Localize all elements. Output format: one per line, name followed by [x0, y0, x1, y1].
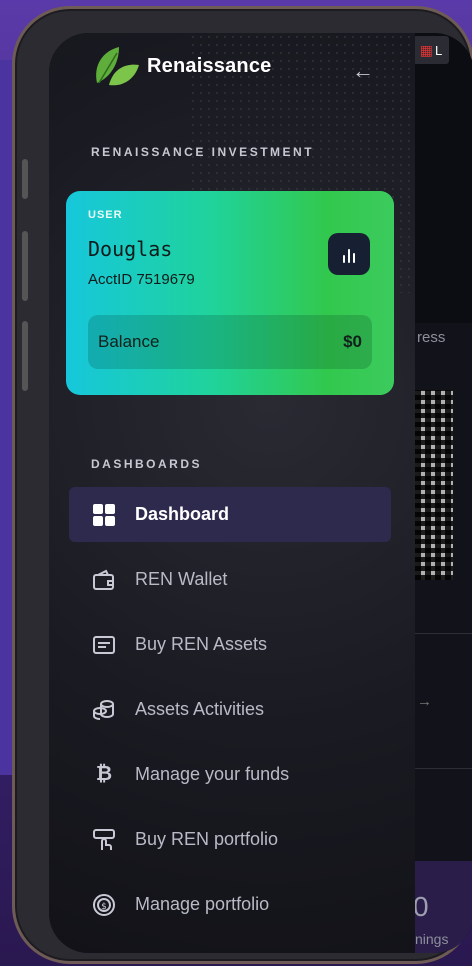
language-flag[interactable]: ▦ L: [413, 36, 449, 64]
card-icon: [91, 632, 117, 658]
divider: [415, 768, 472, 769]
side-button: [22, 231, 28, 301]
balance-row: Balance $0: [88, 315, 372, 369]
account-id: AcctID 7519679: [88, 271, 195, 288]
sidebar-item-assets-activities[interactable]: Assets Activities: [69, 682, 391, 737]
sidebar-item-ren-wallet[interactable]: REN Wallet: [69, 552, 391, 607]
hand-tap-icon: [91, 827, 117, 853]
side-button: [22, 321, 28, 391]
chart-bar: [353, 253, 355, 263]
sidebar-item-buy-ren-portfolio[interactable]: Buy REN portfolio: [69, 812, 391, 867]
sidebar-item-manage-funds[interactable]: ₿ Manage your funds: [69, 747, 391, 802]
sidebar-item-buy-ren-assets[interactable]: Buy REN Assets: [69, 617, 391, 672]
sidebar-item-label: Buy REN Assets: [135, 634, 268, 654]
sidebar-item-label: Manage your funds: [135, 764, 290, 784]
user-card: USER Douglas AcctID 7519679 Balance $0: [66, 191, 394, 395]
partial-address-text: ress: [417, 329, 446, 346]
sidebar-item-label: Manage portfolio: [135, 894, 270, 914]
leaf-logo-icon: [96, 47, 139, 86]
sidebar-item-label: Dashboard: [135, 504, 230, 524]
sidebar-menu: Dashboard REN Wallet Buy REN Assets Asse…: [69, 487, 391, 942]
balance-value: $0: [343, 332, 362, 351]
wallet-icon: [91, 567, 117, 593]
phone-frame: ▦ L ress → 0 nings Renaissance ← RENAISS…: [12, 6, 472, 964]
partial-value-text: 0: [413, 891, 429, 922]
bitcoin-icon: ₿: [95, 763, 113, 785]
uk-flag-icon: ▦: [419, 41, 433, 58]
svg-text:$: $: [101, 902, 107, 912]
bar-chart-icon[interactable]: [328, 233, 370, 275]
chart-bar: [343, 255, 345, 263]
brand-name: Renaissance: [147, 54, 272, 77]
partial-earnings-text: nings: [415, 931, 449, 947]
grid-icon: [91, 502, 117, 528]
sidebar-item-label: Buy REN portfolio: [135, 829, 279, 849]
section-title: RENAISSANCE INVESTMENT: [91, 145, 315, 159]
brand-logo[interactable]: Renaissance: [91, 41, 272, 91]
sidebar-item-label: Assets Activities: [135, 699, 265, 719]
sidebar-item-label: REN Wallet: [135, 569, 228, 589]
sidebar-drawer: Renaissance ← RENAISSANCE INVESTMENT USE…: [49, 33, 415, 953]
sidebar-item-dashboard[interactable]: Dashboard: [69, 487, 391, 542]
language-code: L: [435, 42, 443, 58]
arrow-right-icon: →: [417, 693, 432, 710]
qr-code: [415, 390, 453, 580]
screen: ▦ L ress → 0 nings Renaissance ← RENAISS…: [49, 33, 472, 953]
balance-label: Balance: [98, 332, 160, 351]
divider: [415, 633, 472, 634]
dollar-coin-icon: $: [91, 892, 117, 918]
dashboards-title: DASHBOARDS: [91, 457, 203, 471]
back-arrow-icon[interactable]: ←: [349, 57, 377, 85]
chart-bar: [348, 249, 350, 263]
coins-icon: [91, 697, 117, 723]
user-name: Douglas: [88, 237, 173, 261]
side-button: [22, 159, 28, 199]
user-label: USER: [88, 209, 123, 221]
sidebar-item-manage-portfolio[interactable]: $ Manage portfolio: [69, 877, 391, 932]
